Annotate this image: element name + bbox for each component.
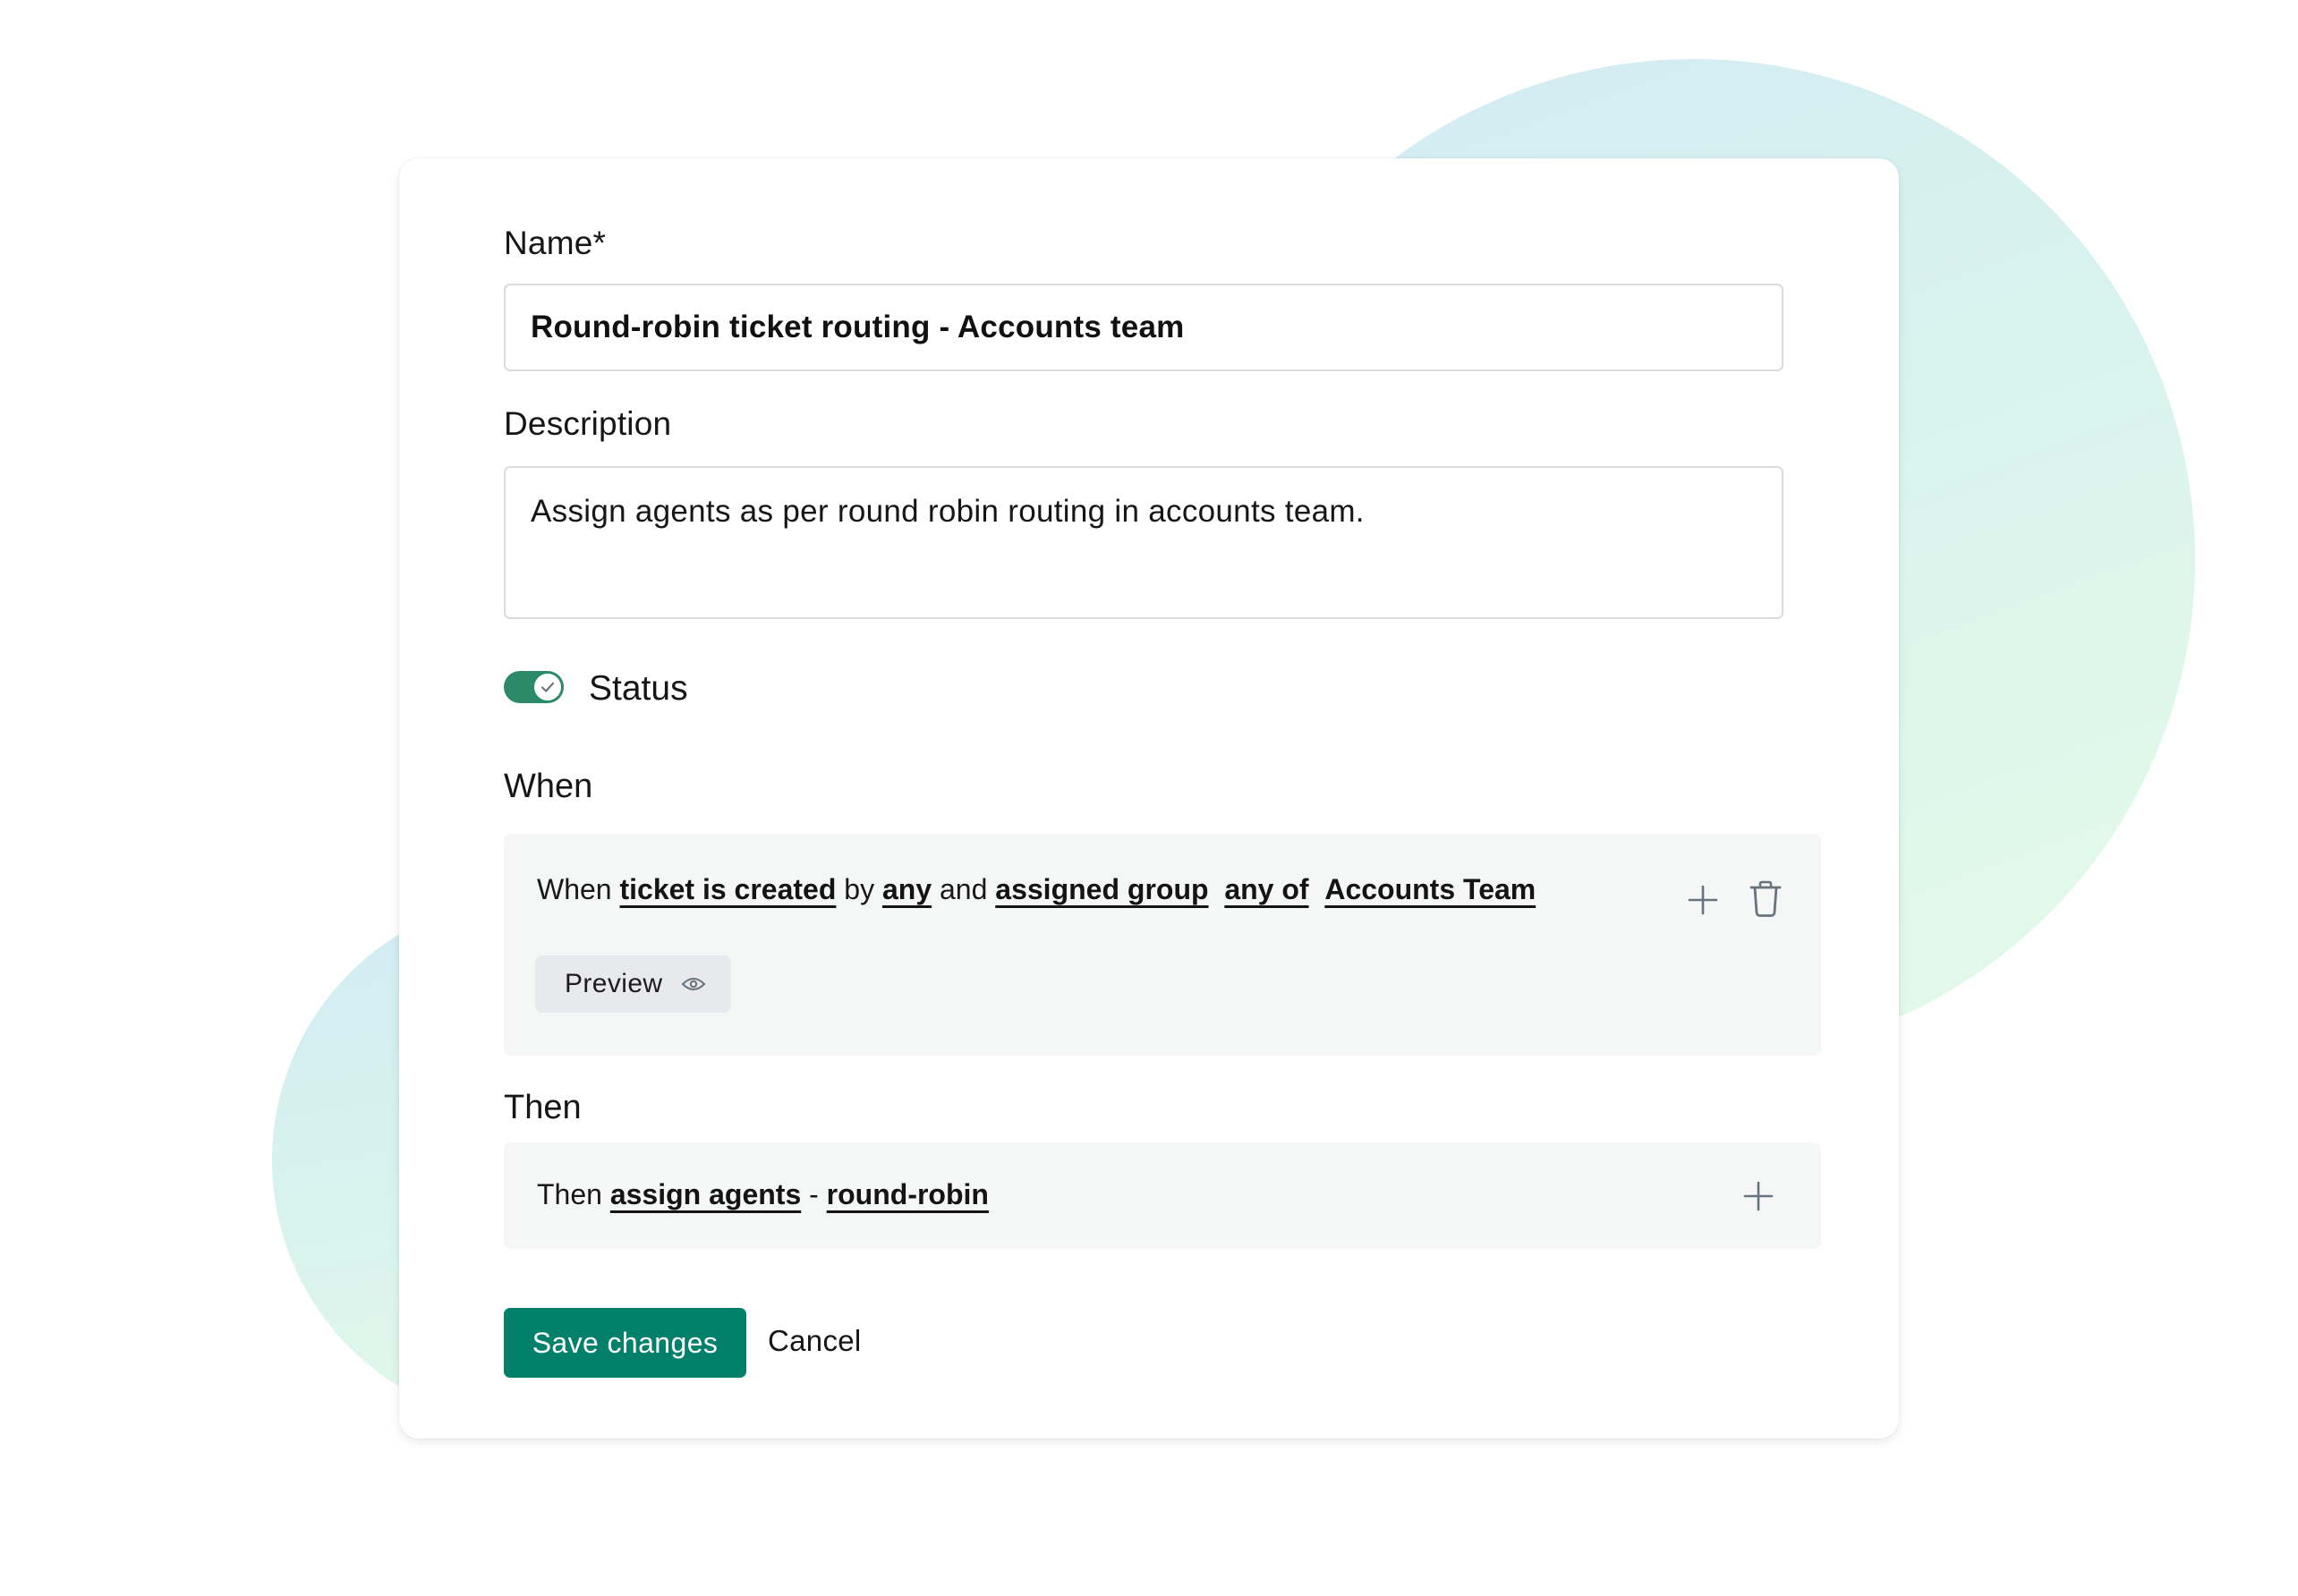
check-icon [540, 682, 555, 692]
then-action-panel: Then assign agents - round-robin [504, 1142, 1821, 1249]
when-rule-sentence: When ticket is created by any and assign… [537, 875, 1536, 904]
and-word: and [940, 873, 988, 905]
method-selector[interactable]: round-robin [827, 1178, 989, 1210]
eye-icon [681, 978, 705, 990]
then-prefix: Then [537, 1178, 602, 1210]
action-separator: - [809, 1178, 819, 1210]
plus-icon [1688, 885, 1718, 915]
operator-selector[interactable]: any of [1224, 873, 1308, 905]
field-selector[interactable]: assigned group [995, 873, 1208, 905]
then-section-label: Then [504, 1089, 582, 1126]
action-selector[interactable]: assign agents [610, 1178, 801, 1210]
toggle-knob [534, 674, 561, 700]
add-condition-button[interactable] [1685, 882, 1721, 918]
plus-icon [1743, 1181, 1774, 1211]
status-toggle[interactable] [504, 671, 564, 703]
preview-button[interactable]: Preview [535, 955, 731, 1013]
name-label: Name* [504, 225, 607, 261]
then-rule-sentence: Then assign agents - round-robin [537, 1180, 989, 1209]
name-input-value: Round-robin ticket routing - Accounts te… [531, 310, 1185, 344]
by-word: by [844, 873, 875, 905]
when-prefix: When [537, 873, 612, 905]
event-selector[interactable]: ticket is created [619, 873, 836, 905]
when-section-label: When [504, 768, 593, 805]
delete-condition-button[interactable] [1746, 879, 1785, 920]
actor-selector[interactable]: any [882, 873, 932, 905]
value-selector[interactable]: Accounts Team [1324, 873, 1536, 905]
when-condition-panel: When ticket is created by any and assign… [504, 834, 1821, 1056]
automation-rule-card: Name* Round-robin ticket routing - Accou… [399, 158, 1899, 1439]
description-label: Description [504, 405, 672, 442]
preview-label: Preview [565, 969, 663, 998]
name-input[interactable]: Round-robin ticket routing - Accounts te… [504, 284, 1783, 371]
cancel-button[interactable]: Cancel [768, 1326, 862, 1355]
description-value: Assign agents as per round robin routing… [531, 494, 1365, 529]
trash-icon [1749, 880, 1782, 917]
status-label: Status [589, 669, 688, 708]
add-action-button[interactable] [1741, 1178, 1776, 1214]
save-changes-button[interactable]: Save changes [504, 1308, 746, 1378]
description-textarea[interactable]: Assign agents as per round robin routing… [504, 466, 1783, 619]
